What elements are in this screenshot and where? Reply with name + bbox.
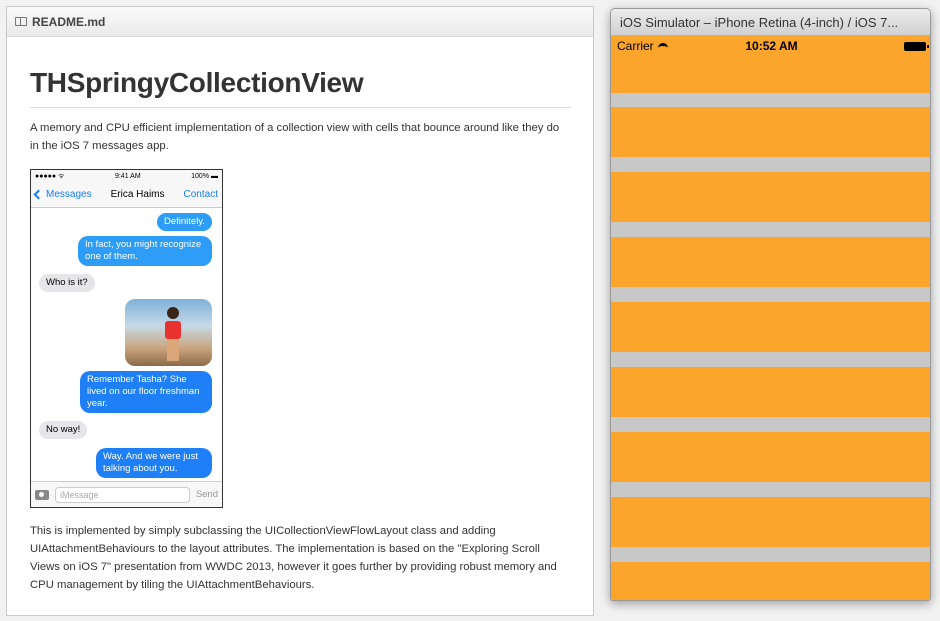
readme-header: README.md <box>7 7 593 37</box>
readme-intro: A memory and CPU efficient implementatio… <box>30 122 560 152</box>
simulator-title-bar[interactable]: iOS Simulator – iPhone Retina (4-inch) /… <box>611 9 930 36</box>
message-bubble: Who is it? <box>39 274 95 292</box>
photo-message <box>125 299 212 366</box>
phone-contact-link: Contact <box>183 189 218 200</box>
simulator-time: 10:52 AM <box>745 39 798 53</box>
phone-time: 9:41 AM <box>114 172 141 180</box>
chevron-left-icon <box>33 189 44 200</box>
phone-battery: 100% ▬ <box>191 172 218 180</box>
readme-title: THSpringyCollectionView <box>30 67 571 108</box>
phone-input-bar: iMessage Send <box>31 481 222 507</box>
collection-cell[interactable] <box>611 367 930 417</box>
collection-cell[interactable] <box>611 237 930 287</box>
collection-cell[interactable] <box>611 432 930 482</box>
phone-contact-name: Erica Haims <box>110 189 165 200</box>
phone-back-label: Messages <box>46 189 92 200</box>
collection-cell[interactable] <box>611 172 930 222</box>
collection-cell[interactable] <box>611 107 930 157</box>
phone-signal: ●●●●● ᯤ <box>35 172 65 180</box>
collection-cell[interactable] <box>611 562 930 600</box>
battery-icon <box>904 41 929 51</box>
send-label: Send <box>195 489 218 500</box>
imessage-field: iMessage <box>55 486 190 503</box>
messages-screenshot: ●●●●● ᯤ 9:41 AM 100% ▬ Messages Erica Ha… <box>30 169 223 508</box>
book-icon <box>15 17 27 26</box>
wifi-icon <box>657 42 668 50</box>
simulator-screen[interactable]: Carrier 10:52 AM <box>611 36 930 600</box>
phone-back: Messages <box>33 189 92 200</box>
ios-simulator-window[interactable]: iOS Simulator – iPhone Retina (4-inch) /… <box>610 8 931 601</box>
readme-body: THSpringyCollectionView A memory and CPU… <box>7 67 593 594</box>
readme-body-text: This is implemented by simply subclassin… <box>30 525 557 591</box>
collection-cell[interactable] <box>611 497 930 547</box>
readme-panel: README.md THSpringyCollectionView A memo… <box>6 6 594 616</box>
collection-cell[interactable] <box>611 302 930 352</box>
phone-nav-bar: Messages Erica Haims Contact <box>31 182 222 208</box>
carrier: Carrier <box>617 39 668 53</box>
phone-status-bar: ●●●●● ᯤ 9:41 AM 100% ▬ <box>31 170 222 182</box>
message-list: Definitely. In fact, you might recognize… <box>31 208 222 478</box>
camera-icon <box>35 489 49 500</box>
carrier-label: Carrier <box>617 39 654 53</box>
readme-filename: README.md <box>32 14 106 29</box>
message-bubble: No way! <box>39 421 88 439</box>
photo-person <box>163 307 183 363</box>
simulator-status-bar: Carrier 10:52 AM <box>611 36 930 56</box>
message-bubble: Way. And we were just talking about you. <box>96 448 212 478</box>
message-bubble: In fact, you might recognize one of them… <box>78 236 212 266</box>
message-bubble: Definitely. <box>156 213 212 231</box>
message-bubble: Remember Tasha? She lived on our floor f… <box>80 371 212 413</box>
